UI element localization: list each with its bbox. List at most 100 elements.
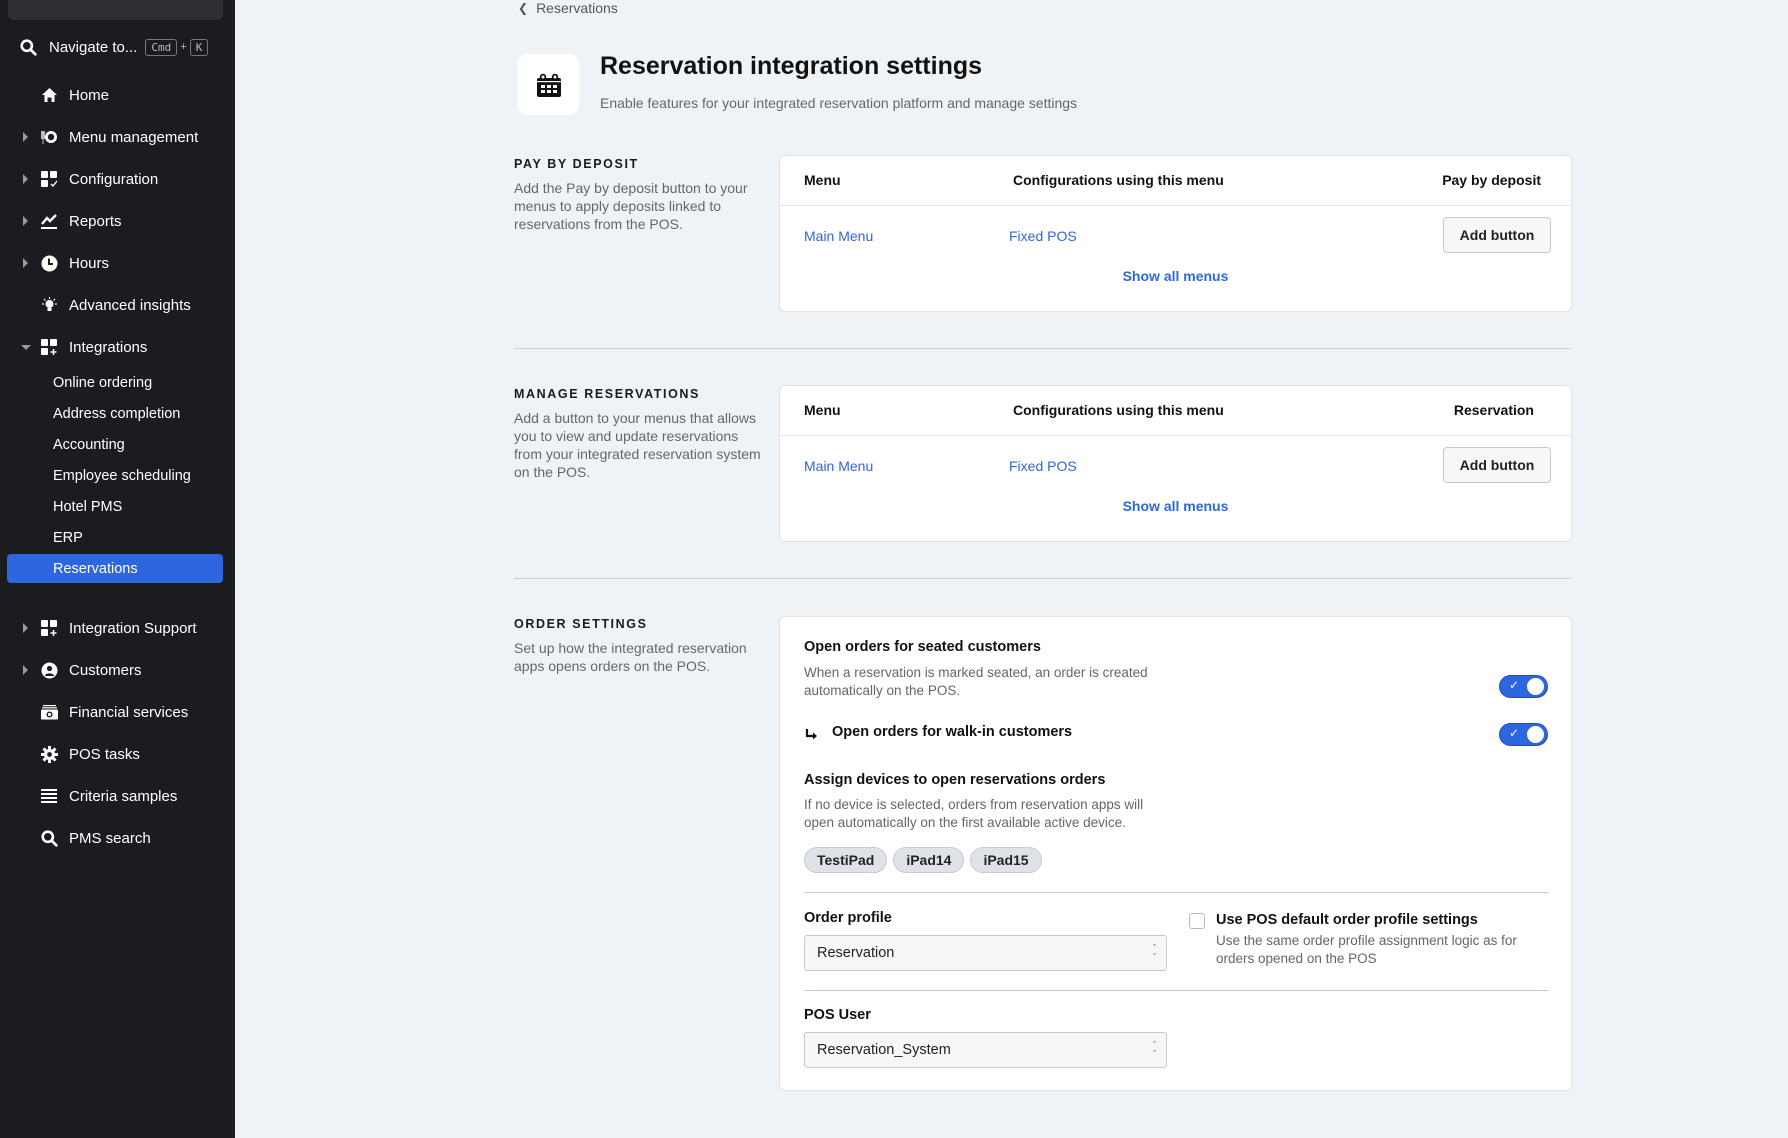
sidebar-item-hours[interactable]: Hours <box>0 249 235 277</box>
select-arrows-icon: ˆˇ <box>1153 943 1156 962</box>
sidebar-item-configuration[interactable]: Configuration <box>0 165 235 193</box>
sidebar-item-label: Integrations <box>69 338 148 356</box>
navigate-to-search[interactable]: Navigate to... Cmd + K <box>20 36 209 58</box>
configuration-link[interactable]: Fixed POS <box>1009 228 1077 244</box>
sidebar-item-menu-management[interactable]: Menu management <box>0 123 235 151</box>
section-divider <box>514 348 1571 349</box>
expand-caret-icon[interactable] <box>23 132 28 142</box>
sidebar-subitem-label: Reservations <box>53 560 138 577</box>
list-icon <box>40 787 58 805</box>
toggle-knob <box>1527 678 1544 695</box>
sidebar-subitem-employee-scheduling[interactable]: Employee scheduling <box>7 461 223 490</box>
page-title: Reservation integration settings <box>600 52 983 80</box>
add-pay-by-deposit-button[interactable]: Add button <box>1443 217 1551 253</box>
menu-link[interactable]: Main Menu <box>804 228 873 244</box>
shortcut-plus: + <box>180 41 187 53</box>
pos-user-select[interactable]: Reservation_System ˆˇ <box>804 1032 1167 1068</box>
column-header-menu: Menu <box>804 172 841 188</box>
device-chip[interactable]: TestiPad <box>804 847 888 873</box>
device-chip[interactable]: iPad14 <box>893 847 965 873</box>
show-all-menus-link[interactable]: Show all menus <box>780 496 1571 530</box>
section-divider <box>514 578 1571 579</box>
show-all-menus-link[interactable]: Show all menus <box>780 266 1571 300</box>
expand-caret-icon[interactable] <box>23 216 28 226</box>
chevron-left-icon: ❮ <box>518 1 529 15</box>
column-header-pay-by-deposit: Pay by deposit <box>1442 172 1541 188</box>
sidebar-subitem-label: Online ordering <box>53 374 153 391</box>
select-arrows-icon: ˆˇ <box>1153 1040 1156 1059</box>
search-icon <box>20 38 37 56</box>
add-reservation-button[interactable]: Add button <box>1443 447 1551 483</box>
seated-customers-toggle[interactable]: ✓ <box>1499 675 1548 698</box>
assign-devices-title: Assign devices to open reservations orde… <box>804 772 1106 788</box>
sidebar-item-label: Home <box>69 86 110 104</box>
breadcrumb-label: Reservations <box>536 0 618 16</box>
sidebar-item-integration-support[interactable]: Integration Support <box>0 614 235 642</box>
inner-divider <box>804 892 1549 893</box>
sidebar-item-label: Hours <box>69 254 110 272</box>
section-label-order-settings: ORDER SETTINGS <box>514 617 648 631</box>
account-name: Documentation Test <box>20 0 182 3</box>
sub-option-arrow-icon <box>804 727 820 748</box>
expand-caret-icon[interactable] <box>23 665 28 675</box>
sidebar-item-label: PMS search <box>69 829 151 847</box>
walk-in-customers-toggle[interactable]: ✓ <box>1499 723 1548 746</box>
use-pos-default-checkbox[interactable] <box>1189 913 1205 929</box>
sidebar-item-integrations[interactable]: Integrations <box>0 333 235 361</box>
money-icon <box>40 703 58 721</box>
breadcrumb-back-link[interactable]: ❮ Reservations <box>518 0 618 16</box>
sidebar-subitem-online-ordering[interactable]: Online ordering <box>7 368 223 397</box>
sidebar-subitem-accounting[interactable]: Accounting <box>7 430 223 459</box>
pay-by-deposit-table: Menu Configurations using this menu Pay … <box>779 155 1572 312</box>
sidebar-item-home[interactable]: Home <box>0 81 235 109</box>
sidebar-item-label: POS tasks <box>69 745 140 763</box>
sidebar-subitem-address-completion[interactable]: Address completion <box>7 399 223 428</box>
inner-divider <box>804 990 1549 991</box>
order-profile-label: Order profile <box>804 910 892 926</box>
device-chip[interactable]: iPad15 <box>970 847 1042 873</box>
order-profile-value: Reservation <box>817 945 895 961</box>
integration-support-icon <box>40 619 58 637</box>
page-subtitle: Enable features for your integrated rese… <box>600 95 1078 111</box>
expand-caret-icon[interactable] <box>23 258 28 268</box>
sidebar-item-reports[interactable]: Reports <box>0 207 235 235</box>
menu-link[interactable]: Main Menu <box>804 458 873 474</box>
sidebar-item-financial-services[interactable]: Financial services <box>0 698 235 726</box>
sidebar-item-label: Configuration <box>69 170 159 188</box>
section-label-pay-by-deposit: PAY BY DEPOSIT <box>514 157 639 171</box>
column-header-menu: Menu <box>804 402 841 418</box>
sidebar-item-customers[interactable]: Customers <box>0 656 235 684</box>
section-desc-order-settings: Set up how the integrated reservation ap… <box>514 640 747 674</box>
sidebar-subitem-hotel-pms[interactable]: Hotel PMS <box>7 492 223 521</box>
clock-icon <box>40 254 58 272</box>
customer-icon <box>40 661 58 679</box>
order-profile-select[interactable]: Reservation ˆˇ <box>804 935 1167 971</box>
check-icon: ✓ <box>1509 726 1520 740</box>
account-switcher[interactable]: Documentation Test <box>8 0 223 20</box>
sidebar-item-pms-search[interactable]: PMS search <box>0 824 235 852</box>
column-header-configurations: Configurations using this menu <box>1013 172 1224 188</box>
configuration-icon <box>40 170 58 188</box>
manage-reservations-table: Menu Configurations using this menu Rese… <box>779 385 1572 542</box>
sidebar-item-label: Reports <box>69 212 122 230</box>
assign-devices-desc: If no device is selected, orders from re… <box>804 797 1144 830</box>
shortcut-key-k: K <box>189 38 209 56</box>
column-header-reservation: Reservation <box>1453 402 1534 418</box>
expand-caret-icon[interactable] <box>23 174 28 184</box>
table-row: Main Menu Fixed POS Add button <box>780 436 1571 496</box>
sidebar-subitem-label: Address completion <box>53 405 181 422</box>
expand-caret-icon[interactable] <box>23 623 28 633</box>
sidebar-subitem-reservations[interactable]: Reservations <box>7 554 223 583</box>
configuration-link[interactable]: Fixed POS <box>1009 458 1077 474</box>
sidebar-item-pos-tasks[interactable]: POS tasks <box>0 740 235 768</box>
sidebar-subitem-label: Employee scheduling <box>53 467 191 484</box>
walk-in-customers-title: Open orders for walk-in customers <box>832 724 1073 740</box>
lightbulb-icon <box>40 296 58 314</box>
section-desc-manage-reservations: Add a button to your menus that allows y… <box>514 410 761 480</box>
sidebar-subitem-erp[interactable]: ERP <box>7 523 223 552</box>
sidebar-item-advanced-insights[interactable]: Advanced insights <box>0 291 235 319</box>
collapse-caret-icon[interactable] <box>21 344 31 350</box>
integrations-icon <box>40 338 58 356</box>
main-content: ❮ Reservations Reservation integration s… <box>235 0 1788 1138</box>
sidebar-item-criteria-samples[interactable]: Criteria samples <box>0 782 235 810</box>
